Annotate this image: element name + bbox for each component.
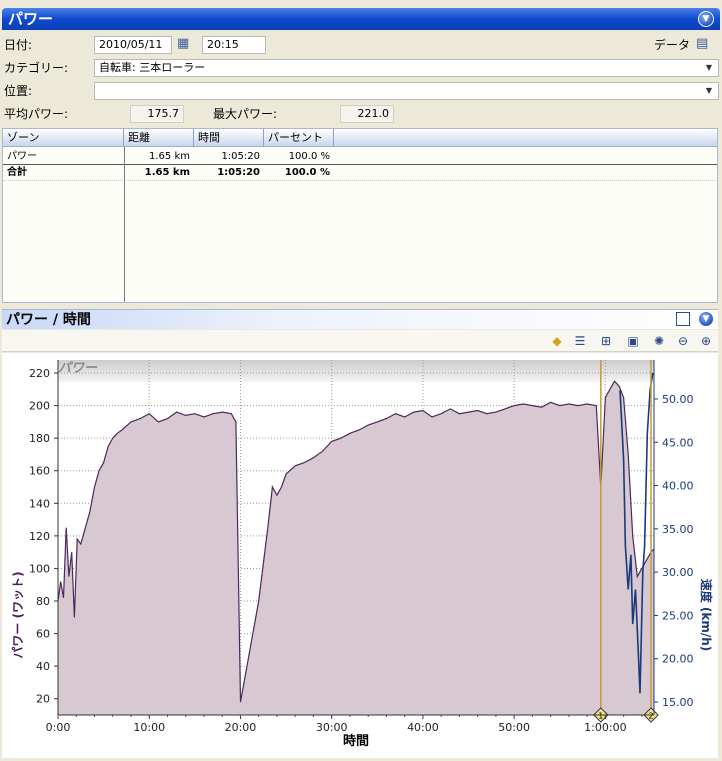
table-header: ゾーン 距離 時間 パーセント: [3, 129, 717, 147]
data-label: データ: [654, 38, 691, 52]
panel-title: パワー: [8, 10, 54, 28]
column-header-time[interactable]: 時間: [194, 129, 264, 147]
chevron-down-icon[interactable]: ▼: [702, 61, 716, 75]
total-distance: 1.65 km: [144, 167, 190, 178]
chart-panel-header: パワー / 時間: [2, 309, 718, 329]
y-tick-label: 20: [36, 693, 50, 706]
chart-panel-title: パワー / 時間: [6, 312, 91, 328]
y2-tick-label: 45.00: [662, 436, 694, 449]
chart-svg: 1 2 20 40 60 80 100 120 140 160 180 200 220 0:00 10:0…: [11, 360, 714, 749]
total-zone: 合計: [7, 167, 27, 178]
row-distance: 1.65 km: [149, 151, 190, 162]
y-tick-label: 60: [36, 628, 50, 641]
y2-tick-label: 20.00: [662, 653, 694, 666]
category-select[interactable]: 自転車: 三本ローラー ▼: [94, 59, 719, 77]
row-zone: パワー: [7, 151, 37, 162]
y-tick-label: 200: [29, 400, 50, 413]
avg-power-label: 平均パワー:: [4, 107, 69, 121]
y-tick-label: 220: [29, 367, 50, 380]
y-tick-label: 100: [29, 562, 50, 575]
y-tick-label: 140: [29, 497, 50, 510]
row-separator: [3, 180, 717, 181]
y-tick-label: 160: [29, 465, 50, 478]
zoom-in-icon[interactable]: ⊕: [698, 333, 714, 349]
y2-tick-label: 40.00: [662, 480, 694, 493]
x-tick-label: 0:00: [46, 721, 71, 734]
gear-icon[interactable]: ✺: [651, 333, 667, 349]
time-field[interactable]: 20:15: [202, 36, 266, 54]
y2-tick-label: 50.00: [662, 393, 694, 406]
x-tick-label: 1:00:00: [584, 721, 626, 734]
y2-tick-label: 30.00: [662, 566, 694, 579]
plot-header-band: [58, 360, 654, 382]
chart-collapse-button[interactable]: ▼: [698, 311, 714, 327]
total-divider: [3, 164, 717, 165]
location-select[interactable]: ▼: [94, 82, 719, 100]
y-tick-label: 40: [36, 660, 50, 673]
total-percent: 100.0 %: [284, 167, 330, 178]
y-tick-label: 80: [36, 595, 50, 608]
category-value: 自転車: 三本ローラー: [99, 61, 206, 74]
date-field[interactable]: 2010/05/11: [94, 36, 172, 54]
marker-label: 1: [598, 712, 603, 721]
power-time-chart[interactable]: 1 2 20 40 60 80 100 120 140 160 180 200 220 0:00 10:0…: [2, 353, 718, 758]
layout-icon[interactable]: [676, 312, 690, 326]
column-header-zone[interactable]: ゾーン: [3, 129, 124, 147]
chart-icon[interactable]: ⊞: [598, 333, 614, 349]
chevron-down-icon[interactable]: ▼: [702, 84, 716, 98]
list-icon[interactable]: ☰: [572, 333, 588, 349]
x-tick-label: 40:00: [407, 721, 439, 734]
row-percent: 100.0 %: [288, 151, 330, 162]
x-tick-label: 50:00: [498, 721, 530, 734]
x-tick-label: 20:00: [225, 721, 257, 734]
column-header-distance[interactable]: 距離: [124, 129, 194, 147]
y-axis-label-left: パワー (ワット): [11, 571, 25, 658]
y2-tick-label: 25.00: [662, 609, 694, 622]
location-label: 位置:: [4, 84, 33, 98]
column-header-percent[interactable]: パーセント: [264, 129, 334, 147]
y2-tick-label: 35.00: [662, 523, 694, 536]
marker-label: 2: [648, 712, 653, 721]
max-power-label: 最大パワー:: [213, 107, 278, 121]
collapse-button[interactable]: ▼: [698, 11, 714, 27]
y2-tick-label: 15.00: [662, 696, 694, 709]
y-axis-label-right: 速度 (km/h): [699, 579, 714, 652]
panel-header: パワー: [2, 8, 720, 30]
y-tick-label: 120: [29, 530, 50, 543]
x-axis-label: 時間: [343, 733, 369, 749]
x-tick-label: 30:00: [316, 721, 348, 734]
category-label: カテゴリー:: [4, 61, 69, 75]
zone-table: ゾーン 距離 時間 パーセント パワー 1.65 km 1:05:20 100.…: [2, 128, 718, 303]
diamond-icon[interactable]: ◆: [549, 333, 565, 349]
y-tick-label: 180: [29, 432, 50, 445]
x-tick-label: 10:00: [133, 721, 165, 734]
zone-column-divider: [124, 147, 125, 302]
calendar-icon[interactable]: ▦: [177, 36, 195, 54]
total-time: 1:05:20: [217, 167, 260, 178]
series-label: パワー: [58, 361, 98, 376]
zoom-out-icon[interactable]: ⊖: [675, 333, 691, 349]
calculator-icon[interactable]: ▤: [696, 36, 712, 54]
save-icon[interactable]: ▣: [625, 333, 641, 349]
avg-power-value: 175.7: [130, 105, 184, 123]
row-time: 1:05:20: [221, 151, 260, 162]
date-label: 日付:: [4, 38, 33, 52]
max-power-value: 221.0: [340, 105, 394, 123]
